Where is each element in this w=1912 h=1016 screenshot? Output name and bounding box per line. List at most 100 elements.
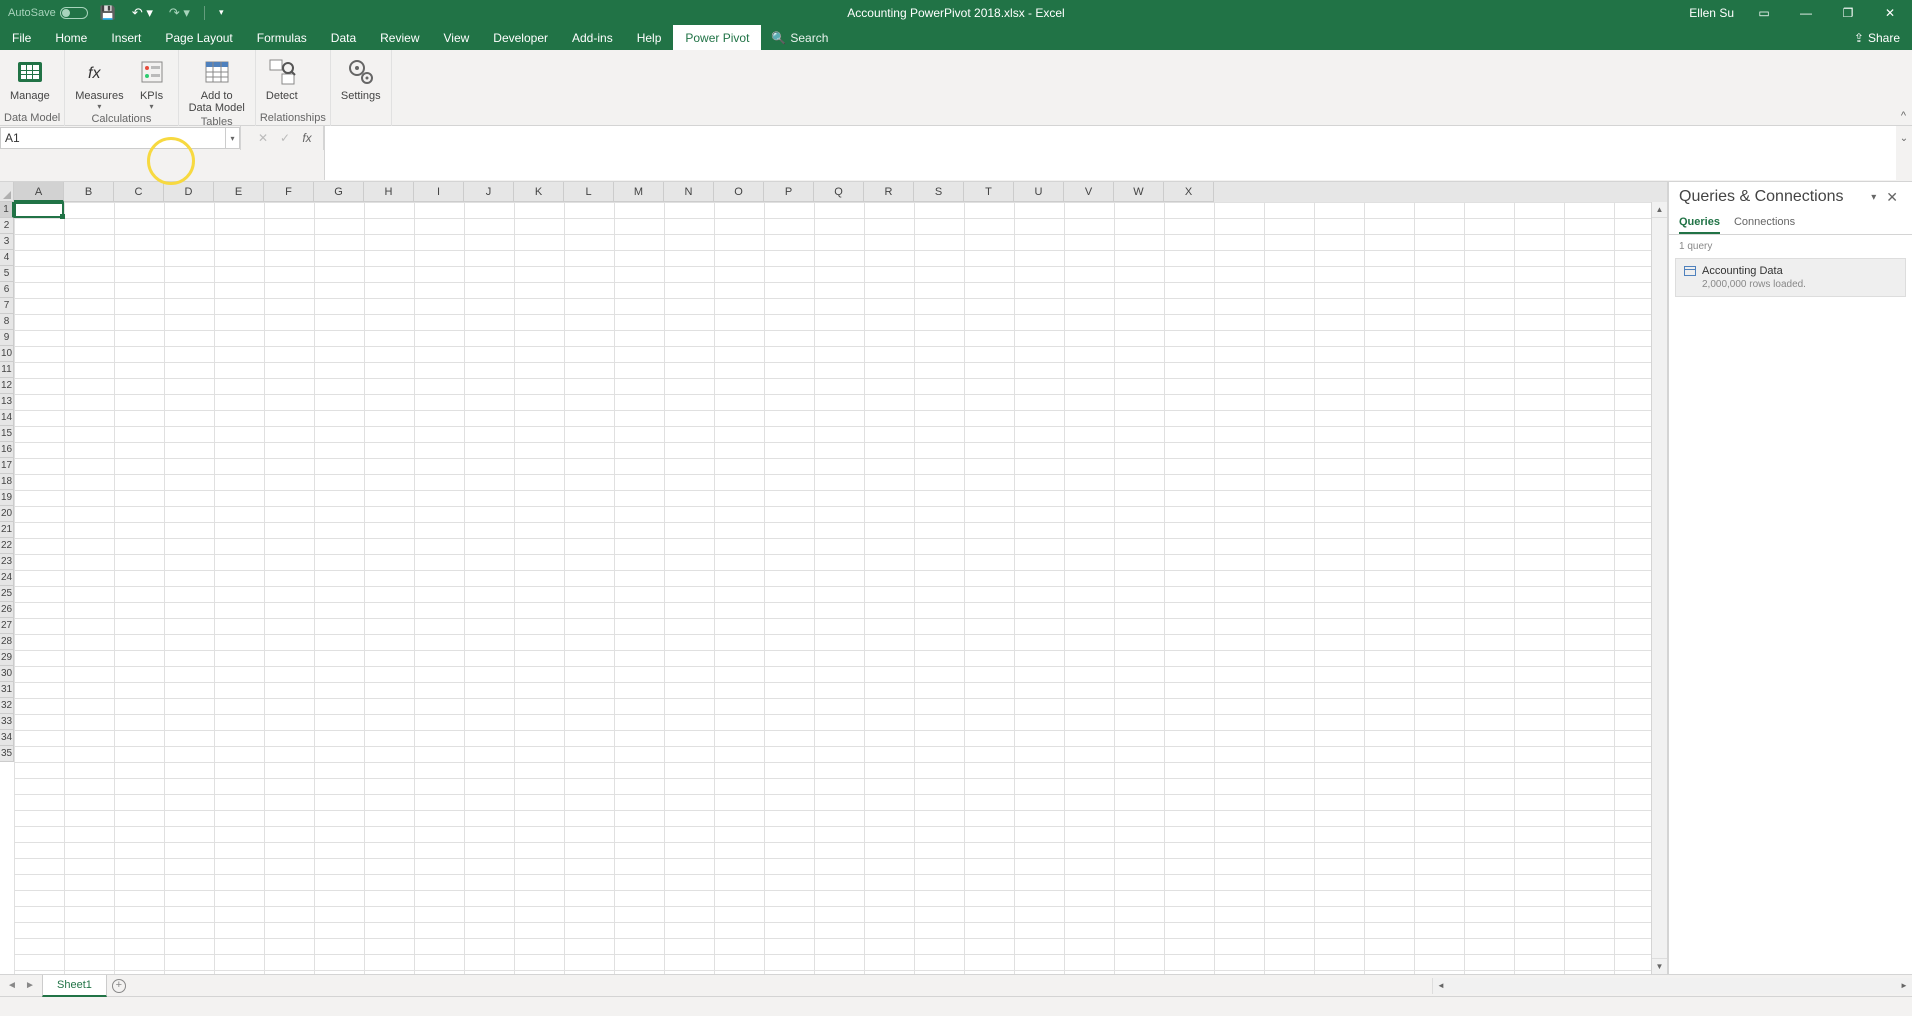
- ribbon-display-options-icon[interactable]: ▭: [1746, 0, 1782, 25]
- row-header[interactable]: 16: [0, 442, 14, 458]
- row-header[interactable]: 3: [0, 234, 14, 250]
- redo-icon[interactable]: ↷ ▾: [165, 5, 194, 21]
- column-header[interactable]: A: [14, 182, 64, 202]
- vertical-scrollbar[interactable]: ▲ ▼: [1651, 202, 1667, 974]
- column-header[interactable]: F: [264, 182, 314, 202]
- row-header[interactable]: 27: [0, 618, 14, 634]
- sheet-nav-next-icon[interactable]: ►: [22, 978, 38, 994]
- tab-addins[interactable]: Add-ins: [560, 25, 625, 50]
- close-icon[interactable]: ✕: [1872, 0, 1908, 25]
- settings-button[interactable]: Settings: [335, 52, 387, 112]
- scroll-right-icon[interactable]: ►: [1896, 978, 1912, 994]
- query-item[interactable]: Accounting Data 2,000,000 rows loaded.: [1675, 258, 1906, 297]
- tab-queries[interactable]: Queries: [1679, 212, 1720, 234]
- kpis-button[interactable]: KPIs ▾: [130, 52, 174, 113]
- row-header[interactable]: 14: [0, 410, 14, 426]
- name-box-dropdown-icon[interactable]: ▾: [226, 127, 240, 149]
- user-name[interactable]: Ellen Su: [1683, 6, 1740, 20]
- sheet-tab-sheet1[interactable]: Sheet1: [42, 975, 107, 997]
- add-sheet-button[interactable]: +: [107, 975, 131, 997]
- scroll-up-icon[interactable]: ▲: [1652, 202, 1667, 218]
- tab-data[interactable]: Data: [319, 25, 368, 50]
- tab-file[interactable]: File: [0, 25, 43, 50]
- row-header[interactable]: 9: [0, 330, 14, 346]
- select-all-button[interactable]: [0, 182, 14, 202]
- column-header[interactable]: K: [514, 182, 564, 202]
- row-header[interactable]: 18: [0, 474, 14, 490]
- row-header[interactable]: 24: [0, 570, 14, 586]
- column-header[interactable]: E: [214, 182, 264, 202]
- row-header[interactable]: 29: [0, 650, 14, 666]
- row-header[interactable]: 25: [0, 586, 14, 602]
- tell-me-search[interactable]: 🔍 Search: [761, 31, 838, 45]
- row-header[interactable]: 8: [0, 314, 14, 330]
- column-header[interactable]: B: [64, 182, 114, 202]
- row-header[interactable]: 7: [0, 298, 14, 314]
- insert-function-icon[interactable]: fx: [297, 128, 317, 148]
- column-header[interactable]: D: [164, 182, 214, 202]
- row-header[interactable]: 17: [0, 458, 14, 474]
- column-header[interactable]: S: [914, 182, 964, 202]
- save-icon[interactable]: 💾: [96, 5, 120, 21]
- row-header[interactable]: 32: [0, 698, 14, 714]
- tab-formulas[interactable]: Formulas: [245, 25, 319, 50]
- column-header[interactable]: H: [364, 182, 414, 202]
- minimize-icon[interactable]: —: [1788, 0, 1824, 25]
- row-header[interactable]: 34: [0, 730, 14, 746]
- column-header[interactable]: P: [764, 182, 814, 202]
- queries-pane-close-icon[interactable]: ✕: [1882, 189, 1902, 206]
- tab-home[interactable]: Home: [43, 25, 99, 50]
- column-header[interactable]: C: [114, 182, 164, 202]
- tab-insert[interactable]: Insert: [99, 25, 153, 50]
- horizontal-scrollbar[interactable]: ◄ ►: [1432, 978, 1912, 994]
- tab-review[interactable]: Review: [368, 25, 431, 50]
- row-header[interactable]: 35: [0, 746, 14, 762]
- cells-area[interactable]: [14, 202, 1651, 974]
- row-header[interactable]: 4: [0, 250, 14, 266]
- row-header[interactable]: 30: [0, 666, 14, 682]
- column-header[interactable]: R: [864, 182, 914, 202]
- column-header[interactable]: T: [964, 182, 1014, 202]
- manage-button[interactable]: Manage: [4, 52, 56, 112]
- scroll-left-icon[interactable]: ◄: [1433, 978, 1449, 994]
- sheet-nav-prev-icon[interactable]: ◄: [4, 978, 20, 994]
- queries-pane-dropdown-icon[interactable]: ▾: [1865, 192, 1882, 203]
- formula-input[interactable]: [324, 126, 1896, 180]
- add-to-data-model-button[interactable]: Add to Data Model: [183, 52, 251, 116]
- tab-developer[interactable]: Developer: [481, 25, 560, 50]
- column-header[interactable]: O: [714, 182, 764, 202]
- row-header[interactable]: 31: [0, 682, 14, 698]
- expand-formula-bar-icon[interactable]: ⌄: [1896, 126, 1912, 150]
- qat-customize-icon[interactable]: ▾: [215, 7, 228, 18]
- row-header[interactable]: 11: [0, 362, 14, 378]
- column-header[interactable]: V: [1064, 182, 1114, 202]
- column-header[interactable]: I: [414, 182, 464, 202]
- measures-button[interactable]: fx Measures ▾: [69, 52, 129, 113]
- column-header[interactable]: X: [1164, 182, 1214, 202]
- column-header[interactable]: N: [664, 182, 714, 202]
- row-header[interactable]: 1: [0, 202, 14, 218]
- row-header[interactable]: 10: [0, 346, 14, 362]
- share-button[interactable]: ⇪ Share: [1842, 31, 1912, 45]
- tab-power-pivot[interactable]: Power Pivot: [673, 25, 761, 50]
- collapse-ribbon-icon[interactable]: ^: [1901, 110, 1906, 122]
- column-header[interactable]: J: [464, 182, 514, 202]
- row-header[interactable]: 19: [0, 490, 14, 506]
- row-header[interactable]: 13: [0, 394, 14, 410]
- detect-button[interactable]: Detect: [260, 52, 304, 112]
- row-header[interactable]: 21: [0, 522, 14, 538]
- column-header[interactable]: M: [614, 182, 664, 202]
- autosave-toggle[interactable]: AutoSave: [8, 7, 88, 19]
- tab-page-layout[interactable]: Page Layout: [153, 25, 244, 50]
- column-header[interactable]: W: [1114, 182, 1164, 202]
- row-header[interactable]: 6: [0, 282, 14, 298]
- tab-help[interactable]: Help: [625, 25, 674, 50]
- column-header[interactable]: L: [564, 182, 614, 202]
- active-cell[interactable]: [14, 202, 64, 218]
- row-header[interactable]: 33: [0, 714, 14, 730]
- undo-icon[interactable]: ↶ ▾: [128, 5, 157, 21]
- tab-view[interactable]: View: [432, 25, 482, 50]
- row-header[interactable]: 20: [0, 506, 14, 522]
- column-header[interactable]: Q: [814, 182, 864, 202]
- row-header[interactable]: 5: [0, 266, 14, 282]
